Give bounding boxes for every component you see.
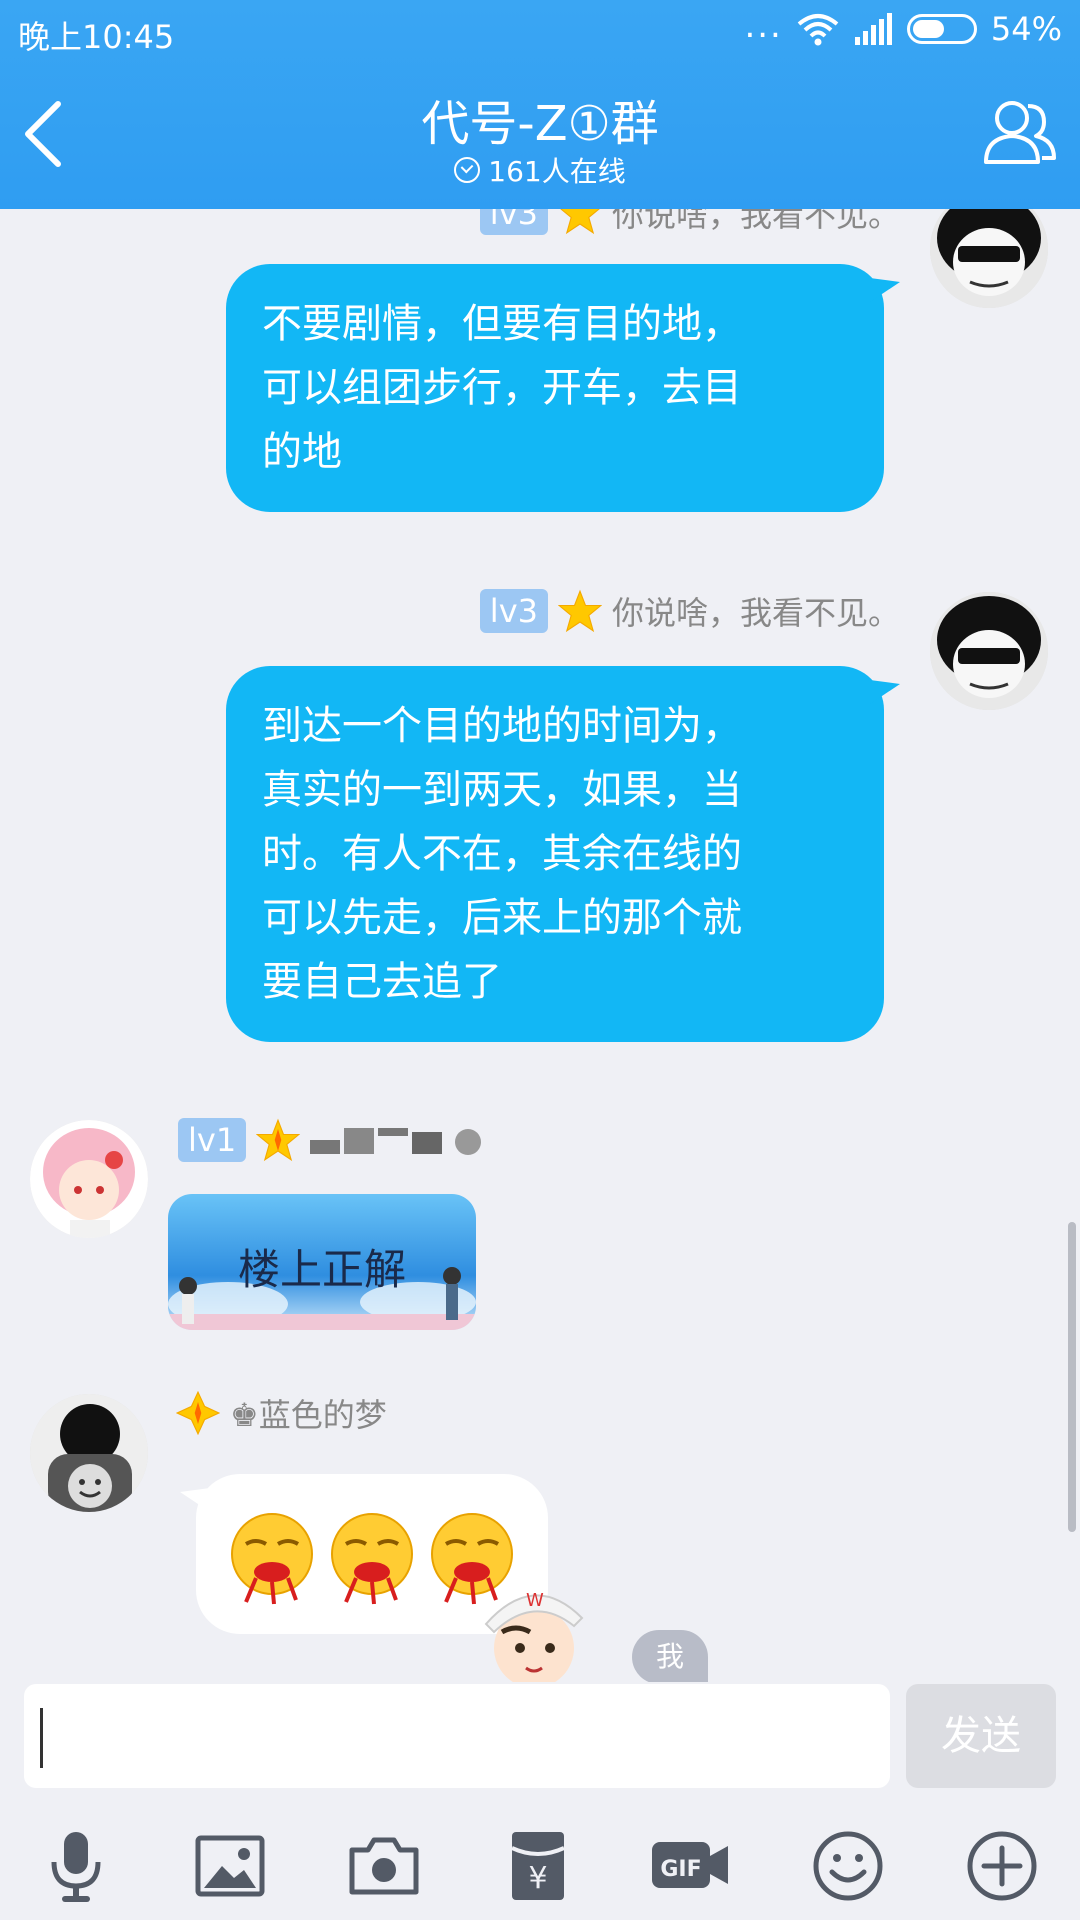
group-title: 代号-Z①群 bbox=[421, 96, 659, 152]
gif-icon[interactable]: GIF bbox=[648, 1826, 732, 1906]
redacted-name bbox=[310, 1128, 482, 1155]
sticker-text: 楼上正解 bbox=[237, 1245, 406, 1294]
level-badge: lv1 bbox=[178, 1118, 247, 1162]
status-bar: 晚上10:45 ... 54% bbox=[0, 0, 1080, 62]
online-status: 161人在线 bbox=[0, 150, 1080, 190]
message-line: 到达一个目的地的时间为， bbox=[262, 703, 742, 749]
emoji-icon[interactable] bbox=[808, 1826, 888, 1906]
online-check-icon bbox=[454, 157, 481, 183]
input-area: 发送 ¥ GIF bbox=[0, 1682, 1080, 1920]
image-icon[interactable] bbox=[190, 1826, 270, 1906]
avatar[interactable] bbox=[30, 1394, 148, 1512]
message-line: 可以先走，后来上的那个就 bbox=[262, 895, 742, 941]
nosebleed-emoji bbox=[231, 1513, 313, 1605]
battery-fill bbox=[912, 20, 945, 38]
svg-text:¥: ¥ bbox=[528, 1861, 547, 1896]
signal-icon bbox=[854, 13, 892, 45]
more-dots-icon: ... bbox=[744, 6, 783, 46]
wifi-icon bbox=[797, 14, 839, 46]
message-meta: lv3 你说啥，我看不见。 bbox=[479, 588, 900, 634]
message-line: 不要剧情，但要有目的地， bbox=[262, 301, 742, 347]
online-count: 161人在线 bbox=[488, 155, 626, 188]
sticker-message[interactable]: 楼上正解 bbox=[168, 1194, 476, 1330]
avatar[interactable] bbox=[930, 592, 1048, 710]
message-meta: ♚蓝色的梦 bbox=[176, 1390, 387, 1436]
star-icon bbox=[557, 589, 602, 633]
message-line: 可以组团步行，开车，去目 bbox=[262, 365, 742, 411]
battery-percent: 54% bbox=[990, 10, 1062, 48]
message-line: 要自己去追了 bbox=[262, 959, 502, 1005]
message-line: 时。有人不在，其余在线的 bbox=[262, 831, 742, 877]
battery-icon bbox=[906, 14, 977, 44]
avatar[interactable] bbox=[30, 1120, 148, 1238]
message-meta: lv1 bbox=[178, 1118, 490, 1162]
status-icons: ... 54% bbox=[744, 6, 1062, 48]
sender-name: 你说啥，我看不见。 bbox=[611, 594, 900, 632]
message-bubble[interactable]: 不要剧情，但要有目的地， 可以组团步行，开车，去目 的地 bbox=[226, 264, 900, 512]
status-time: 晚上10:45 bbox=[18, 18, 175, 56]
camera-icon[interactable] bbox=[344, 1826, 424, 1906]
send-button[interactable]: 发送 bbox=[906, 1684, 1056, 1788]
message-line: 真实的一到两天，如果，当 bbox=[262, 767, 742, 813]
star-icon bbox=[256, 1118, 301, 1162]
message-input[interactable] bbox=[24, 1684, 890, 1788]
plus-icon[interactable] bbox=[962, 1826, 1042, 1906]
cartoon-mascot: W bbox=[484, 1590, 584, 1682]
chat-header: 晚上10:45 ... 54% 代号-Z①群 161人在线 bbox=[0, 0, 1080, 209]
level-badge: lv3 bbox=[479, 589, 548, 633]
text-caret bbox=[40, 1708, 43, 1768]
chat-area[interactable]: lv3 你说啥，我看不见。 不要剧情，但要有目的地， 可以组团步行，开车，去目 … bbox=[0, 0, 1080, 1682]
microphone-icon[interactable] bbox=[36, 1826, 116, 1906]
svg-text:W: W bbox=[526, 1590, 544, 1611]
me-badge[interactable]: 我 bbox=[632, 1630, 708, 1682]
nosebleed-emoji bbox=[331, 1513, 413, 1605]
svg-text:GIF: GIF bbox=[660, 1857, 701, 1882]
message-line: 的地 bbox=[262, 429, 342, 475]
sender-name: ♚蓝色的梦 bbox=[230, 1396, 387, 1434]
red-packet-icon[interactable]: ¥ bbox=[498, 1826, 578, 1906]
message-bubble[interactable]: 到达一个目的地的时间为， 真实的一到两天，如果，当 时。有人不在，其余在线的 可… bbox=[226, 666, 900, 1042]
scrollbar[interactable] bbox=[1068, 1222, 1076, 1532]
group-members-icon[interactable] bbox=[982, 96, 1058, 168]
star-icon bbox=[176, 1391, 220, 1435]
